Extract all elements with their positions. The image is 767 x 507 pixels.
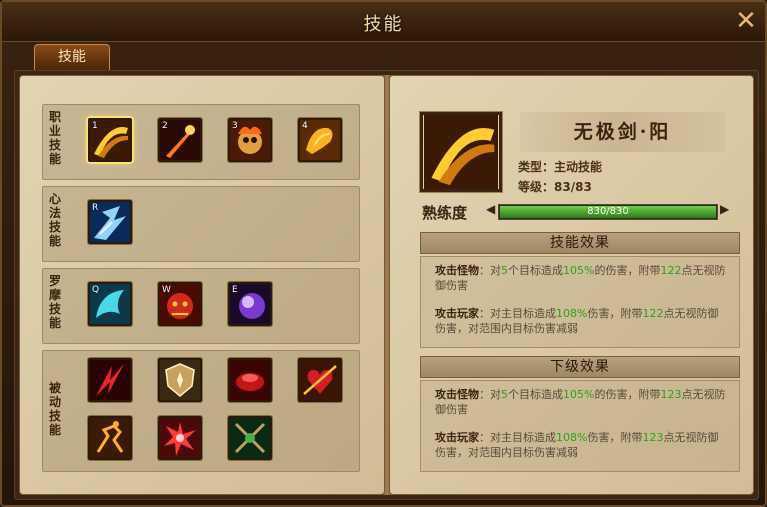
pierced-heart-icon (300, 360, 340, 400)
close-button[interactable]: ✕ (733, 8, 759, 34)
green-crossed-swords-icon (230, 418, 270, 458)
effect-body: 攻击怪物：对5个目标造成105%的伤害，附带122点无视防御伤害 攻击玩家：对主… (420, 256, 740, 348)
text: 伤害，附带 (587, 307, 643, 320)
hotkey-label: R (92, 203, 99, 213)
next-level-header: 下级效果 (420, 356, 740, 378)
selected-skill-icon (420, 112, 502, 192)
number: 5 (501, 388, 508, 401)
number: 122 (642, 307, 664, 320)
hotkey-label: W (162, 285, 171, 295)
text: ：对主目标造成 (479, 431, 556, 444)
passive-skill-1[interactable] (88, 358, 132, 402)
skill-detail-page: 无极剑·阳 类型：主动技能 等级：83/83 熟练度 ◀ 830/830 ▶ 技… (389, 75, 754, 495)
monster-key: 攻击怪物 (435, 388, 479, 401)
skill-slot-e[interactable]: E (228, 282, 272, 326)
skill-name: 无极剑·阳 (520, 112, 725, 152)
group-label-luomo: 罗摩技能 (49, 274, 62, 330)
running-strike-icon (90, 418, 130, 458)
skill-slot-3[interactable]: 3 (228, 118, 272, 162)
text: 伤害，附带 (587, 431, 643, 444)
number: 123 (660, 388, 682, 401)
passive-skill-3[interactable] (228, 358, 272, 402)
group-label-passive: 被动技能 (49, 381, 62, 437)
number: 123 (642, 431, 664, 444)
proficiency-value: 830/830 (587, 206, 629, 217)
passive-skill-4[interactable] (298, 358, 342, 402)
hotkey-label: 2 (162, 121, 168, 131)
skill-slot-w[interactable]: W (158, 282, 202, 326)
passive-skill-6[interactable] (158, 416, 202, 460)
proficiency-label: 熟练度 (422, 204, 468, 222)
bar-right-cap-icon: ▶ (720, 202, 730, 216)
shield-emblem-icon (160, 360, 200, 400)
skill-slot-4[interactable]: 4 (298, 118, 342, 162)
skill-window: 技能 ✕ 技能 职业技能 1 2 3 4 心法技能 R 罗摩技能 Q W E 被… (0, 0, 767, 507)
golden-slash-icon (424, 115, 498, 189)
red-blades-icon (90, 360, 130, 400)
hotkey-label: E (232, 285, 238, 295)
skill-book: 职业技能 1 2 3 4 心法技能 R 罗摩技能 Q W E 被动技能 无极剑·… (14, 70, 759, 500)
group-label-mind: 心法技能 (49, 192, 62, 248)
player-key: 攻击玩家 (435, 431, 479, 444)
passive-skill-7[interactable] (228, 416, 272, 460)
number: 105% (563, 388, 595, 401)
next-player: 攻击玩家：对主目标造成108%伤害，附带123点无视防御伤害，对范围内目标伤害减… (435, 430, 727, 460)
text: ：对 (479, 388, 501, 401)
effect-header: 技能效果 (420, 232, 740, 254)
number: 5 (501, 264, 508, 277)
text: 个目标造成 (508, 388, 563, 401)
skill-type-label: 类型： (518, 160, 555, 174)
hotkey-label: Q (92, 285, 100, 295)
text: ：对主目标造成 (479, 307, 556, 320)
tab-skills[interactable]: 技能 (34, 44, 110, 70)
effect-player: 攻击玩家：对主目标造成108%伤害，附带122点无视防御伤害，对范围内目标伤害减… (435, 306, 727, 336)
hotkey-label: 3 (232, 121, 238, 131)
passive-skill-5[interactable] (88, 416, 132, 460)
player-key: 攻击玩家 (435, 307, 479, 320)
monster-key: 攻击怪物 (435, 264, 479, 277)
passive-skill-2[interactable] (158, 358, 202, 402)
effect-monster: 攻击怪物：对5个目标造成105%的伤害，附带122点无视防御伤害 (435, 263, 727, 293)
skill-slot-q[interactable]: Q (88, 282, 132, 326)
number: 105% (563, 264, 595, 277)
skill-type: 类型：主动技能 (518, 158, 602, 175)
skill-slot-1[interactable]: 1 (88, 118, 132, 162)
skill-slot-2[interactable]: 2 (158, 118, 202, 162)
hotkey-label: 1 (92, 121, 98, 131)
group-label-class: 职业技能 (49, 110, 62, 166)
number: 108% (556, 431, 588, 444)
text: ：对 (479, 264, 501, 277)
number: 122 (660, 264, 682, 277)
skill-slot-r[interactable]: R (88, 200, 132, 244)
title-bar: 技能 ✕ (2, 2, 765, 42)
text: 的伤害，附带 (594, 264, 661, 277)
next-monster: 攻击怪物：对5个目标造成105%的伤害，附带123点无视防御伤害 (435, 387, 727, 417)
skill-list-page: 职业技能 1 2 3 4 心法技能 R 罗摩技能 Q W E 被动技能 (19, 75, 385, 495)
group-mind-skills: 心法技能 R (42, 186, 360, 262)
red-burst-icon (160, 418, 200, 458)
proficiency-bar: 830/830 (498, 204, 718, 220)
text: 的伤害，附带 (594, 388, 661, 401)
skill-level: 等级：83/83 (518, 178, 592, 195)
window-title: 技能 (363, 14, 404, 35)
number: 108% (556, 307, 588, 320)
group-class-skills: 职业技能 1 2 3 4 (42, 104, 360, 180)
text: 个目标造成 (508, 264, 563, 277)
group-passive-skills: 被动技能 (42, 350, 360, 472)
next-level-body: 攻击怪物：对5个目标造成105%的伤害，附带123点无视防御伤害 攻击玩家：对主… (420, 380, 740, 472)
blood-vortex-icon (230, 360, 270, 400)
hotkey-label: 4 (302, 121, 308, 131)
skill-level-value: 83/83 (554, 180, 592, 194)
skill-type-value: 主动技能 (554, 160, 603, 174)
skill-level-label: 等级： (518, 180, 555, 194)
group-luomo-skills: 罗摩技能 Q W E (42, 268, 360, 344)
